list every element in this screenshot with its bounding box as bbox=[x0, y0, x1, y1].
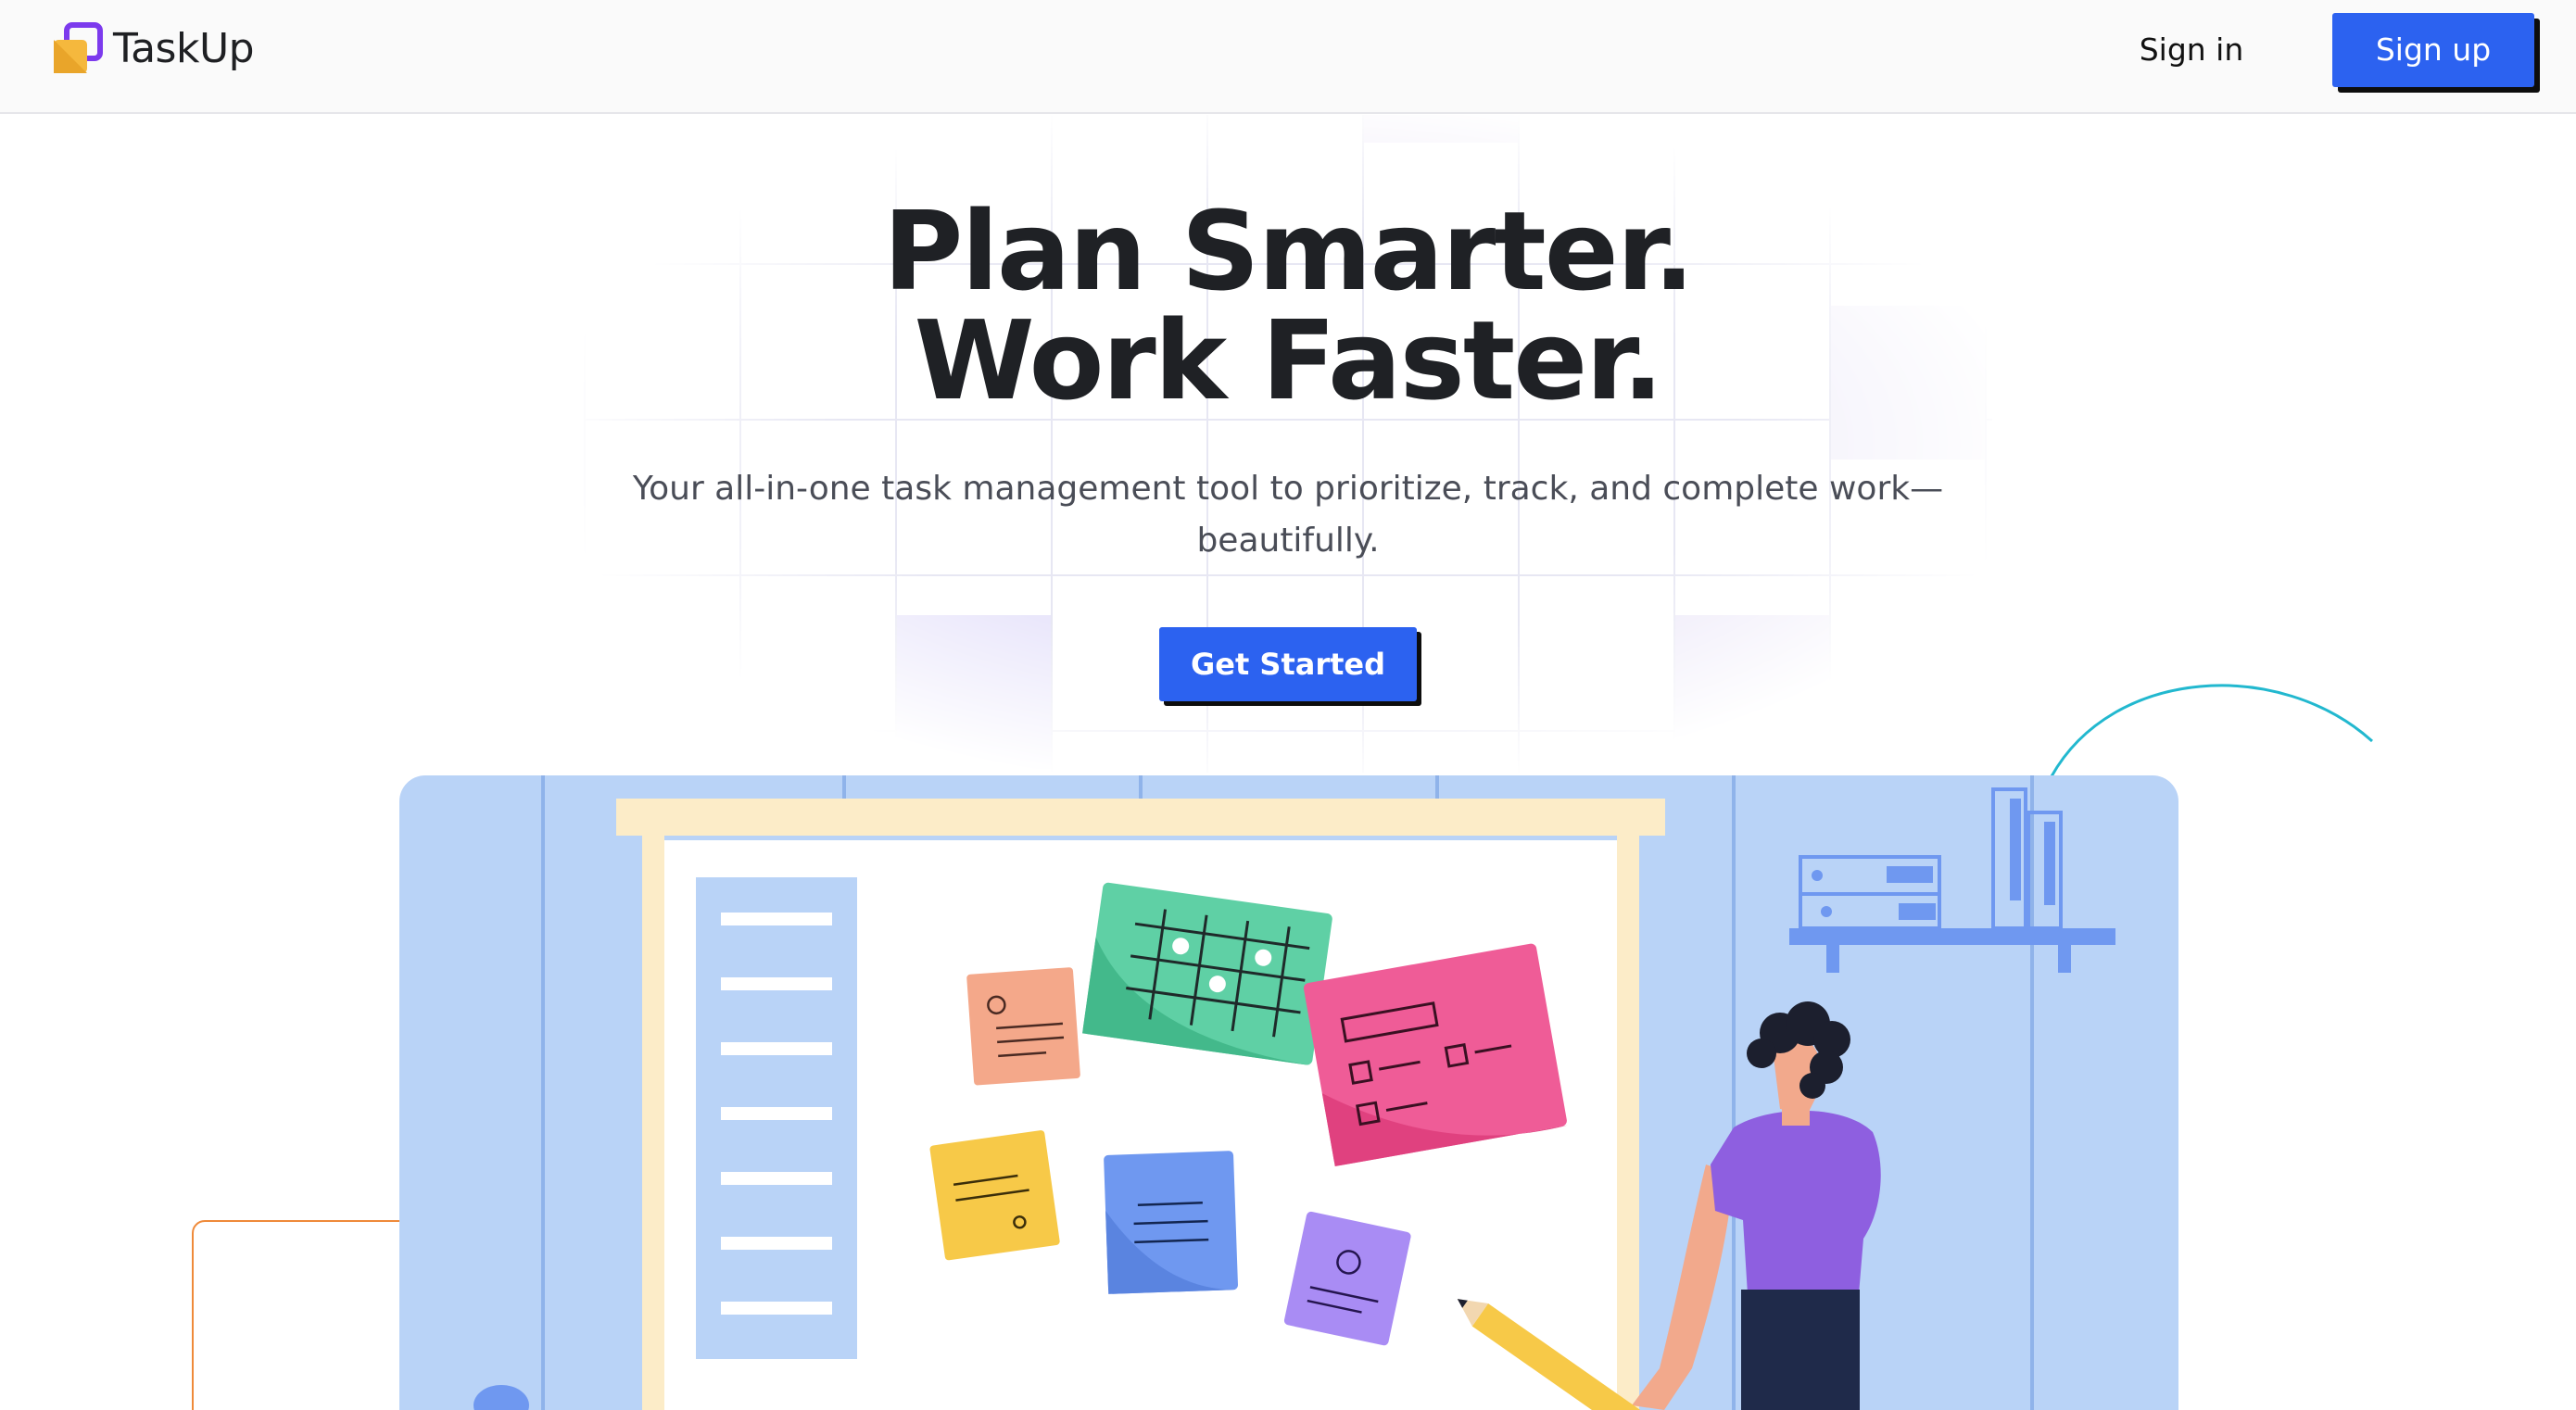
headline-line-2: Work Faster. bbox=[914, 296, 1664, 424]
hero-illustration bbox=[399, 775, 2178, 1410]
headline-line-1: Plan Smarter. bbox=[882, 187, 1695, 315]
sign-in-button[interactable]: Sign in bbox=[2122, 20, 2261, 80]
sign-up-button[interactable]: Sign up bbox=[2332, 13, 2534, 87]
get-started-button[interactable]: Get Started bbox=[1159, 627, 1417, 701]
orange-frame-decoration bbox=[192, 1220, 433, 1410]
taskup-logo-icon[interactable] bbox=[51, 22, 105, 76]
hero-subtitle: Your all-in-one task management tool to … bbox=[632, 470, 1944, 560]
top-nav: TaskUp Sign in Sign up bbox=[0, 0, 2576, 114]
brand-name[interactable]: TaskUp bbox=[113, 22, 255, 76]
hero-headline: Plan Smarter. Work Faster. bbox=[0, 196, 2576, 415]
